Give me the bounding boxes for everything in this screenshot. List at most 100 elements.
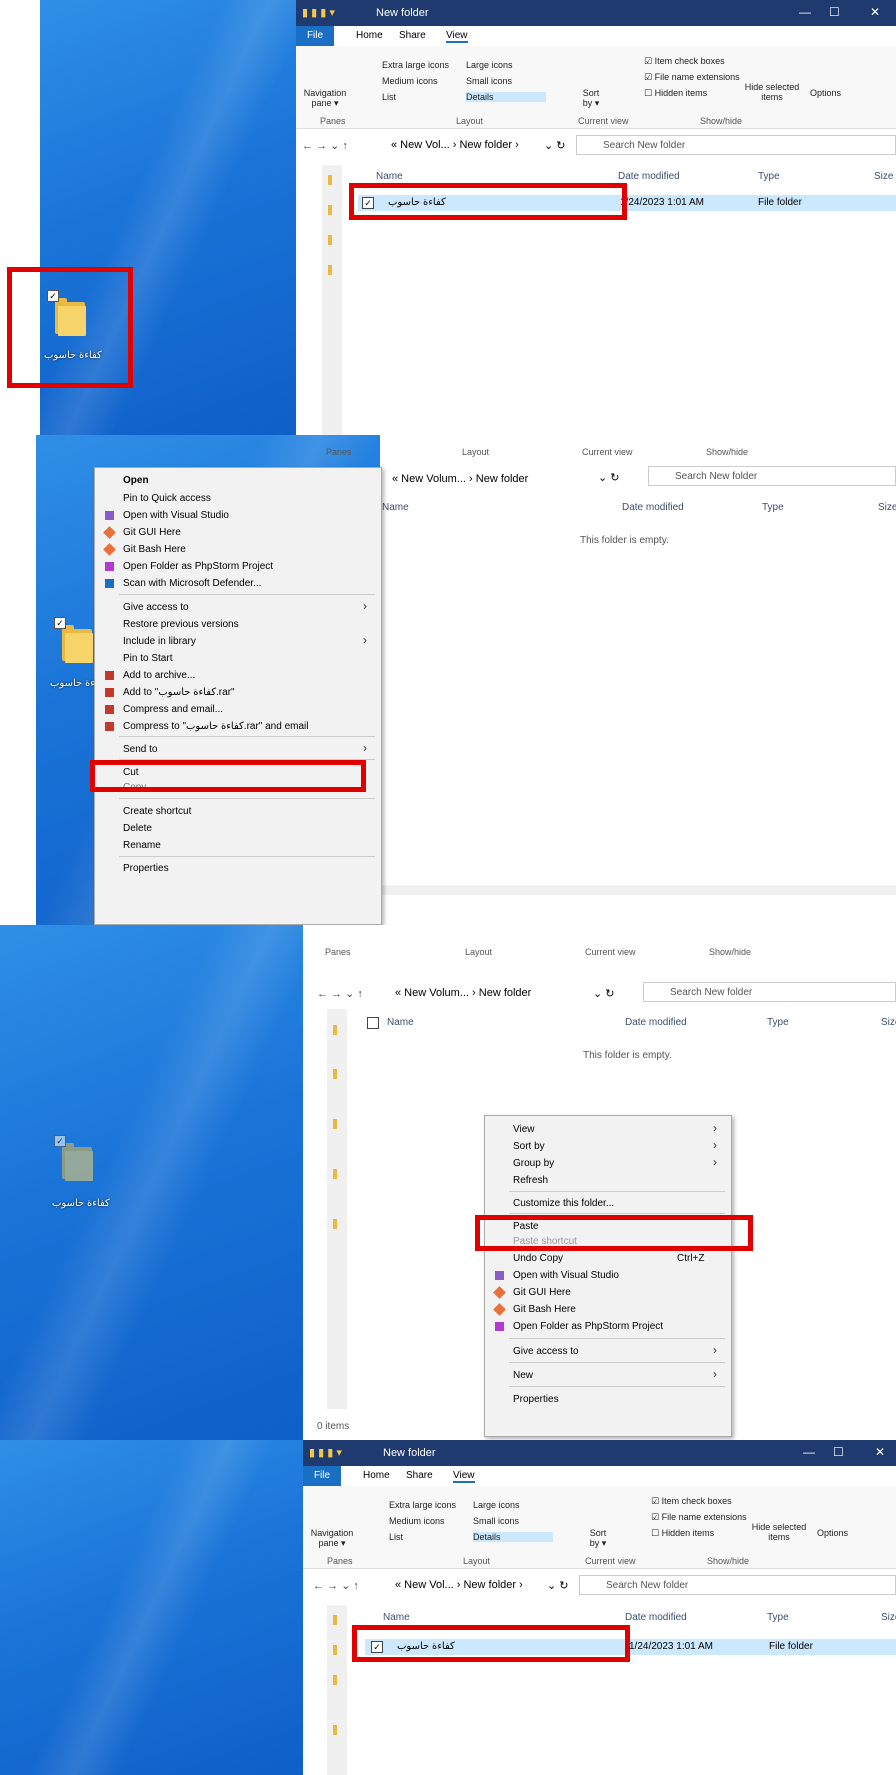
nav-arrows[interactable]: ← → ⌄ ↑ bbox=[313, 1579, 359, 1592]
menu-open-visual-studio[interactable]: Open with Visual Studio bbox=[123, 510, 229, 521]
menu-git-bash[interactable]: Git Bash Here bbox=[123, 544, 186, 555]
layout-details[interactable]: Details bbox=[466, 92, 546, 102]
menu-git-gui[interactable]: Git GUI Here bbox=[123, 527, 181, 538]
options-button[interactable]: Options bbox=[810, 88, 841, 98]
refresh-icon[interactable]: ⌄ ↻ bbox=[547, 1579, 569, 1592]
layout-large[interactable]: Large icons bbox=[466, 60, 513, 70]
menu-compress-rar-email[interactable]: Compress to "كفاءة حاسوب.rar" and email bbox=[123, 721, 308, 732]
column-type[interactable]: Type bbox=[767, 1612, 789, 1623]
minimize-button[interactable]: — bbox=[799, 5, 811, 19]
check-item-check-boxes[interactable]: ☑ Item check boxes bbox=[651, 1496, 732, 1507]
sort-by-button[interactable]: Sort by ▾ bbox=[578, 88, 604, 109]
breadcrumb[interactable]: « New Vol... › New folder › bbox=[395, 1579, 523, 1591]
column-type[interactable]: Type bbox=[767, 1017, 789, 1028]
maximize-button[interactable]: ☐ bbox=[829, 5, 840, 19]
close-button[interactable]: ✕ bbox=[875, 1445, 885, 1459]
hide-selected-button[interactable]: Hide selected items bbox=[751, 1522, 807, 1542]
search-input[interactable]: Search New folder bbox=[648, 466, 896, 486]
navigation-pane[interactable] bbox=[327, 1605, 347, 1775]
horizontal-scrollbar[interactable] bbox=[380, 885, 896, 895]
minimize-button[interactable]: — bbox=[803, 1445, 815, 1459]
column-size[interactable]: Size bbox=[874, 171, 893, 182]
tab-home[interactable]: Home bbox=[363, 1470, 390, 1481]
column-name[interactable]: Name bbox=[376, 171, 403, 182]
tab-view[interactable]: View bbox=[446, 30, 468, 43]
breadcrumb[interactable]: « New Volum... › New folder bbox=[395, 987, 531, 999]
hide-selected-button[interactable]: Hide selected items bbox=[744, 82, 800, 102]
menu-refresh[interactable]: Refresh bbox=[513, 1175, 548, 1186]
menu-pin-start[interactable]: Pin to Start bbox=[123, 653, 172, 664]
search-input[interactable]: Search New folder bbox=[579, 1575, 896, 1595]
desktop-folder-icon[interactable]: ✓ bbox=[54, 1135, 96, 1185]
column-date-modified[interactable]: Date modified bbox=[618, 171, 680, 182]
menu-sort-by[interactable]: Sort by bbox=[513, 1141, 545, 1152]
layout-large[interactable]: Large icons bbox=[473, 1500, 520, 1510]
menu-pin-quick-access[interactable]: Pin to Quick access bbox=[123, 493, 211, 504]
column-name[interactable]: Name bbox=[387, 1017, 414, 1028]
menu-include-library[interactable]: Include in library bbox=[123, 636, 196, 647]
menu-new[interactable]: New bbox=[513, 1370, 533, 1381]
column-date-modified[interactable]: Date modified bbox=[622, 502, 684, 513]
menu-scan-defender[interactable]: Scan with Microsoft Defender... bbox=[123, 578, 261, 589]
tab-share[interactable]: Share bbox=[399, 30, 426, 41]
menu-undo-copy[interactable]: Undo Copy bbox=[513, 1253, 563, 1264]
menu-view[interactable]: View bbox=[513, 1124, 535, 1135]
menu-phpstorm[interactable]: Open Folder as PhpStorm Project bbox=[123, 561, 273, 572]
check-file-name-extensions[interactable]: ☑ File name extensions bbox=[644, 72, 740, 83]
maximize-button[interactable]: ☐ bbox=[833, 1445, 844, 1459]
tab-file[interactable]: File bbox=[303, 1466, 341, 1486]
refresh-icon[interactable]: ⌄ ↻ bbox=[544, 139, 566, 152]
check-file-name-extensions[interactable]: ☑ File name extensions bbox=[651, 1512, 747, 1523]
layout-medium[interactable]: Medium icons bbox=[382, 76, 438, 86]
layout-list[interactable]: List bbox=[389, 1532, 403, 1542]
sort-by-button[interactable]: Sort by ▾ bbox=[585, 1528, 611, 1549]
navigation-pane[interactable] bbox=[322, 165, 342, 435]
navigation-pane-button[interactable]: Navigation pane ▾ bbox=[302, 88, 348, 109]
check-item-check-boxes[interactable]: ☑ Item check boxes bbox=[644, 56, 725, 67]
menu-properties[interactable]: Properties bbox=[513, 1394, 559, 1405]
column-date-modified[interactable]: Date modified bbox=[625, 1612, 687, 1623]
layout-list[interactable]: List bbox=[382, 92, 396, 102]
quick-access-icons[interactable]: ▮ ▮ ▮ ▾ bbox=[309, 1446, 342, 1459]
tab-home[interactable]: Home bbox=[356, 30, 383, 41]
tab-view[interactable]: View bbox=[453, 1470, 475, 1483]
search-input[interactable]: Search New folder bbox=[643, 982, 896, 1002]
refresh-icon[interactable]: ⌄ ↻ bbox=[598, 471, 620, 484]
refresh-icon[interactable]: ⌄ ↻ bbox=[593, 987, 615, 1000]
column-type[interactable]: Type bbox=[758, 171, 780, 182]
menu-give-access[interactable]: Give access to bbox=[123, 602, 189, 613]
quick-access-icons[interactable]: ▮ ▮ ▮ ▾ bbox=[302, 6, 335, 19]
menu-rename[interactable]: Rename bbox=[123, 840, 161, 851]
menu-create-shortcut[interactable]: Create shortcut bbox=[123, 806, 191, 817]
menu-git-gui[interactable]: Git GUI Here bbox=[513, 1287, 571, 1298]
menu-delete[interactable]: Delete bbox=[123, 823, 152, 834]
menu-add-to-rar[interactable]: Add to "كفاءة حاسوب.rar" bbox=[123, 687, 235, 698]
menu-git-bash[interactable]: Git Bash Here bbox=[513, 1304, 576, 1315]
menu-properties[interactable]: Properties bbox=[123, 863, 169, 874]
nav-arrows[interactable]: ← → ⌄ ↑ bbox=[317, 987, 363, 1000]
tab-file[interactable]: File bbox=[296, 26, 334, 46]
check-hidden-items[interactable]: ☐ Hidden items bbox=[644, 88, 707, 99]
breadcrumb[interactable]: « New Vol... › New folder › bbox=[391, 139, 519, 151]
menu-open[interactable]: Open bbox=[123, 475, 149, 486]
menu-send-to[interactable]: Send to bbox=[123, 744, 157, 755]
menu-group-by[interactable]: Group by bbox=[513, 1158, 554, 1169]
close-button[interactable]: ✕ bbox=[870, 5, 880, 19]
layout-details[interactable]: Details bbox=[473, 1532, 553, 1542]
select-all-checkbox[interactable] bbox=[367, 1017, 379, 1029]
search-input[interactable]: Search New folder bbox=[576, 135, 896, 155]
navigation-pane-button[interactable]: Navigation pane ▾ bbox=[309, 1528, 355, 1549]
layout-small[interactable]: Small icons bbox=[473, 1516, 519, 1526]
layout-small[interactable]: Small icons bbox=[466, 76, 512, 86]
column-type[interactable]: Type bbox=[762, 502, 784, 513]
menu-customize-folder[interactable]: Customize this folder... bbox=[513, 1198, 614, 1209]
options-button[interactable]: Options bbox=[817, 1528, 848, 1538]
navigation-pane[interactable] bbox=[327, 1009, 347, 1409]
layout-extra-large[interactable]: Extra large icons bbox=[389, 1500, 456, 1510]
menu-open-visual-studio[interactable]: Open with Visual Studio bbox=[513, 1270, 619, 1281]
column-size[interactable]: Size bbox=[878, 502, 896, 513]
column-name[interactable]: Name bbox=[382, 502, 409, 513]
desktop-folder-icon[interactable]: ✓ bbox=[54, 617, 96, 667]
breadcrumb[interactable]: « New Volum... › New folder bbox=[392, 473, 528, 485]
menu-compress-email[interactable]: Compress and email... bbox=[123, 704, 223, 715]
